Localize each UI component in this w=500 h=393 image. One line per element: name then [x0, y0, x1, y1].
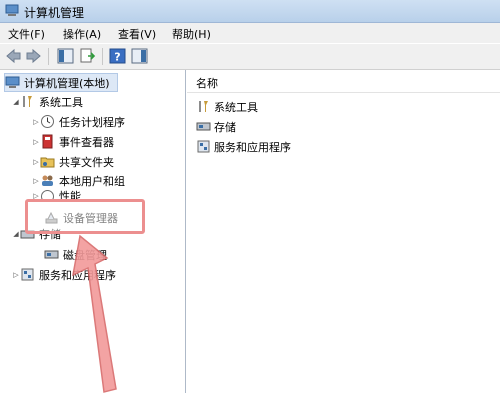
tree-item-computer-management[interactable]: 计算机管理(本地)	[4, 73, 118, 92]
list-item-label: 系统工具	[214, 100, 258, 114]
computer-management-icon	[5, 76, 20, 88]
list-item[interactable]: 服务和应用程序	[196, 138, 291, 155]
tools-icon	[199, 101, 208, 112]
tree-label: 服务和应用程序	[39, 268, 116, 282]
tree-label: 系统工具	[39, 95, 83, 109]
list-item[interactable]: 存储	[196, 118, 236, 135]
title-bar: 计算机管理	[0, 0, 500, 23]
computer-management-icon	[5, 4, 19, 16]
services-icon	[197, 140, 210, 153]
column-header-name[interactable]: 名称	[187, 70, 500, 93]
tree-label: 磁盘管理	[63, 248, 107, 262]
menu-bar: 文件(F) 操作(A) 查看(V) 帮助(H)	[0, 23, 500, 43]
annotation-highlight-box	[25, 199, 145, 234]
expand-triangle-icon[interactable]: ▷	[32, 118, 40, 126]
tree-item-local-users[interactable]: ▷ 本地用户和组	[32, 172, 125, 189]
expand-triangle-icon[interactable]: ▷	[12, 271, 20, 279]
toolbar-separator	[48, 48, 49, 65]
menu-help[interactable]: 帮助(H)	[172, 26, 211, 42]
tree-item-disk-management[interactable]: 磁盘管理	[44, 246, 107, 263]
tree-label: 任务计划程序	[59, 115, 125, 129]
export-list-icon[interactable]	[79, 48, 96, 64]
show-hide-console-tree-icon[interactable]	[57, 48, 74, 64]
toolbar: ?	[0, 44, 500, 70]
forward-arrow-icon[interactable]	[25, 48, 42, 64]
tree-item-system-tools[interactable]: ◢ 系统工具	[12, 93, 83, 110]
svg-text:?: ?	[114, 51, 120, 64]
tools-icon	[23, 96, 32, 107]
tree-item-task-scheduler[interactable]: ▷ 任务计划程序	[32, 113, 125, 130]
menu-action[interactable]: 操作(A)	[63, 26, 101, 42]
shared-folder-icon	[40, 157, 55, 168]
users-icon	[42, 175, 53, 186]
tree-label: 共享文件夹	[59, 155, 114, 169]
services-icon	[21, 268, 34, 281]
collapse-triangle-icon[interactable]: ◢	[12, 230, 20, 238]
list-item-label: 存储	[214, 120, 236, 134]
tree-label: 本地用户和组	[59, 174, 125, 188]
tree-label: 事件查看器	[59, 135, 114, 149]
tree-label: 计算机管理(本地)	[24, 76, 110, 90]
tree-item-shared-folders[interactable]: ▷ 共享文件夹	[32, 153, 114, 170]
tree-item-services-apps[interactable]: ▷ 服务和应用程序	[12, 266, 116, 283]
expand-triangle-icon[interactable]: ▷	[32, 177, 40, 185]
clock-icon	[41, 115, 54, 128]
back-arrow-icon[interactable]	[5, 48, 22, 64]
menu-view[interactable]: 查看(V)	[118, 26, 156, 42]
window-title: 计算机管理	[24, 6, 85, 20]
disk-management-icon	[44, 250, 59, 259]
collapse-triangle-icon[interactable]: ◢	[12, 98, 20, 106]
column-header-label: 名称	[196, 77, 218, 90]
show-action-pane-icon[interactable]	[131, 48, 148, 64]
expand-triangle-icon[interactable]: ▷	[32, 138, 40, 146]
help-icon[interactable]: ?	[109, 48, 126, 64]
event-viewer-icon	[42, 134, 53, 149]
expand-triangle-icon[interactable]: ▷	[32, 158, 40, 166]
storage-icon	[196, 122, 211, 131]
list-item-label: 服务和应用程序	[214, 140, 291, 154]
tree-item-event-viewer[interactable]: ▷ 事件查看器	[32, 133, 114, 150]
content-list: 名称 系统工具 存储 服务和应用程序	[187, 70, 500, 393]
menu-file[interactable]: 文件(F)	[8, 26, 45, 42]
list-item[interactable]: 系统工具	[196, 98, 258, 115]
toolbar-separator	[102, 48, 103, 65]
